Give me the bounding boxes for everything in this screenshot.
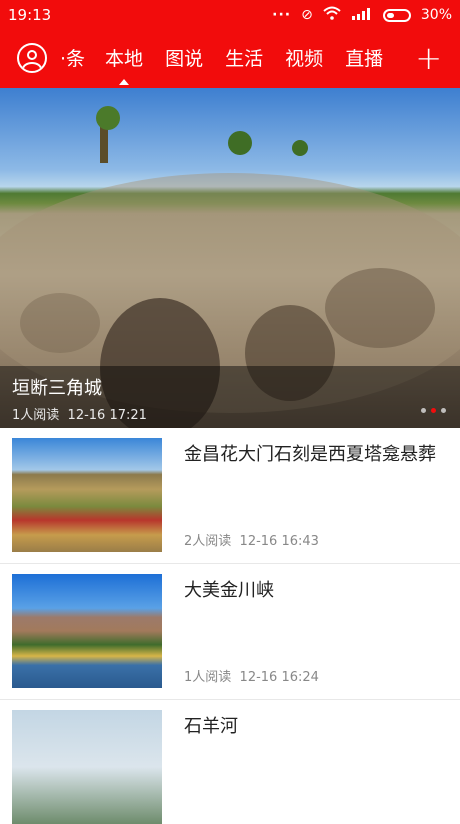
status-time: 19:13 bbox=[8, 6, 52, 24]
hero-title: 垣断三角城 bbox=[12, 378, 102, 399]
user-avatar-icon[interactable] bbox=[17, 43, 47, 73]
hero-pager bbox=[421, 408, 446, 413]
article-list: 金昌花大门石刻是西夏塔龛悬葬 2人阅读 12-16 16:43 大美金川峡 1人… bbox=[0, 428, 460, 824]
article-time: 12-16 16:24 bbox=[239, 670, 319, 685]
hero-caption: 垣断三角城 1人阅读 12-16 17:21 bbox=[0, 366, 460, 428]
hero-reads: 1人阅读 bbox=[12, 408, 60, 423]
tab-video[interactable]: 视频 bbox=[285, 30, 323, 88]
pager-dot bbox=[441, 408, 446, 413]
tab-photo[interactable]: 图说 bbox=[165, 30, 203, 88]
article-thumbnail bbox=[12, 710, 162, 824]
article-meta: 2人阅读 12-16 16:43 bbox=[184, 530, 319, 549]
add-channel-icon[interactable]: + bbox=[415, 36, 442, 80]
article-meta: 1人阅读 12-16 16:24 bbox=[184, 666, 319, 685]
hero-banner[interactable]: 垣断三角城 1人阅读 12-16 17:21 bbox=[0, 88, 460, 428]
more-dots-icon: ··· bbox=[272, 7, 292, 23]
article-reads: 1人阅读 bbox=[184, 670, 232, 685]
channel-tabs: ·条 本地 图说 生活 视频 直播 bbox=[60, 30, 405, 88]
battery-percent: 30% bbox=[420, 7, 452, 23]
top-nav: ·条 本地 图说 生活 视频 直播 + bbox=[0, 30, 460, 88]
tab-headline[interactable]: ·条 bbox=[60, 30, 85, 88]
article-title: 大美金川峡 bbox=[184, 580, 274, 601]
pager-dot-active bbox=[431, 408, 436, 413]
article-thumbnail bbox=[12, 574, 162, 688]
hero-meta: 1人阅读 12-16 17:21 bbox=[12, 404, 147, 423]
battery-icon bbox=[382, 8, 411, 22]
tab-live[interactable]: 直播 bbox=[345, 30, 383, 88]
wifi-icon bbox=[323, 6, 341, 24]
article-time: 12-16 16:43 bbox=[239, 534, 319, 549]
tab-life[interactable]: 生活 bbox=[225, 30, 263, 88]
article-thumbnail bbox=[12, 438, 162, 552]
list-item[interactable]: 大美金川峡 1人阅读 12-16 16:24 bbox=[0, 564, 460, 700]
status-icons: ··· ⊘ 30% bbox=[272, 6, 452, 24]
status-bar: 19:13 ··· ⊘ 30% bbox=[0, 0, 460, 30]
article-title: 金昌花大门石刻是西夏塔龛悬葬 bbox=[184, 444, 436, 465]
signal-icon bbox=[351, 7, 373, 24]
list-item[interactable]: 石羊河 bbox=[0, 700, 460, 824]
pager-dot bbox=[421, 408, 426, 413]
rotation-lock-icon: ⊘ bbox=[301, 7, 313, 23]
list-item[interactable]: 金昌花大门石刻是西夏塔龛悬葬 2人阅读 12-16 16:43 bbox=[0, 428, 460, 564]
hero-time: 12-16 17:21 bbox=[67, 408, 147, 423]
article-title: 石羊河 bbox=[184, 716, 238, 737]
tab-local[interactable]: 本地 bbox=[105, 30, 143, 88]
article-reads: 2人阅读 bbox=[184, 534, 232, 549]
